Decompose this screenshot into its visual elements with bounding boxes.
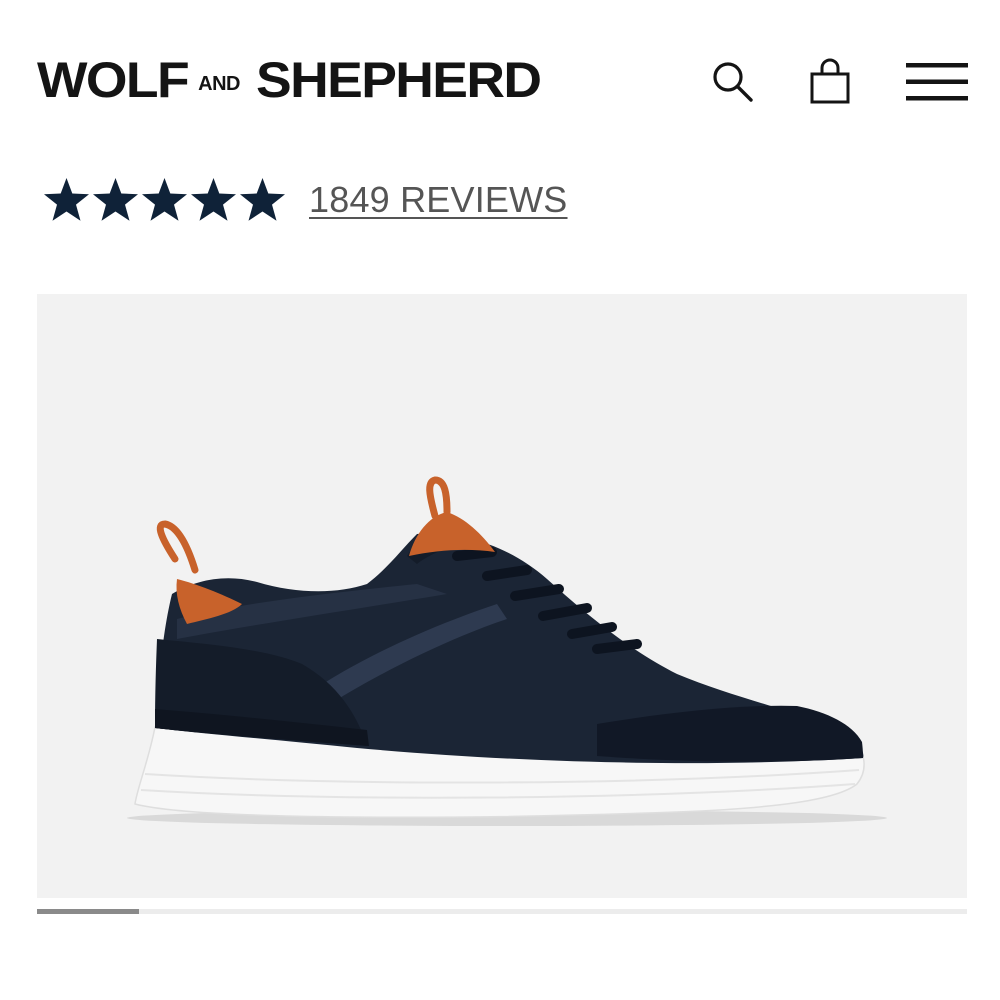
brand-logo-word-shepherd: SHEPHERD: [256, 52, 542, 108]
menu-button[interactable]: [905, 52, 969, 112]
site-header: WOLF AND SHEPHERD: [0, 0, 1000, 160]
star-rating: [42, 176, 287, 225]
star-icon: [240, 177, 285, 221]
brand-logo[interactable]: WOLF AND SHEPHERD: [37, 50, 542, 110]
cart-button[interactable]: [800, 52, 860, 112]
star-icon: [191, 177, 236, 221]
star-icon: [142, 177, 187, 221]
gallery-progress-bar: [37, 909, 967, 914]
product-image-sneaker: [127, 476, 887, 826]
hamburger-menu-icon: [906, 63, 968, 101]
shopping-bag-icon: [810, 58, 850, 104]
star-icon: [93, 177, 138, 221]
product-rating: 1849 REVIEWS: [42, 172, 568, 228]
reviews-link[interactable]: 1849 REVIEWS: [309, 179, 568, 221]
product-image-gallery[interactable]: [37, 294, 967, 898]
gallery-progress-indicator: [37, 909, 140, 914]
brand-logo-word-wolf: WOLF: [37, 52, 190, 108]
search-button[interactable]: [703, 52, 763, 112]
star-icon: [44, 177, 89, 221]
brand-logo-word-and: AND: [198, 72, 241, 95]
search-icon: [713, 62, 753, 102]
